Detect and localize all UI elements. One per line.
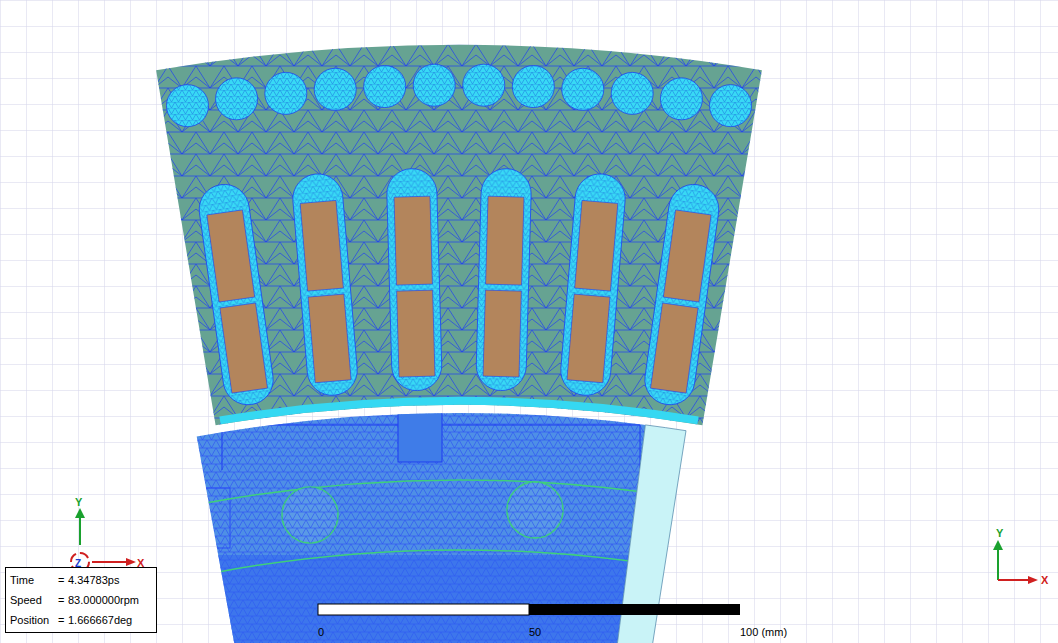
stator-slot [476,168,532,391]
stator-slot [559,172,627,397]
svg-text:Y: Y [75,496,83,508]
cooling-hole [216,78,258,120]
coil [207,210,255,302]
coil [650,303,698,393]
stator-slot [386,168,442,391]
stator-bore [220,401,698,420]
cooling-hole [314,68,356,110]
stator-slot [642,181,722,408]
info-row: Position = 1.666667deg [10,611,152,629]
cooling-hole [364,66,406,108]
cooling-hole [512,66,554,108]
cooling-hole [611,72,653,114]
coil [486,196,524,285]
svg-text:Y: Y [996,527,1004,539]
cooling-hole [710,85,752,127]
cooling-hole [660,78,702,120]
coil [397,290,435,377]
rotor-hole [282,487,338,543]
cooling-hole [166,85,208,127]
scale-tick: 50 [529,626,541,638]
cooling-hole [562,68,604,110]
axis-triad: YX [993,527,1049,586]
stator [156,45,762,425]
scale-tick: 0 [318,626,324,638]
coil [308,294,351,383]
stator-slot [291,172,359,397]
cooling-hole [463,64,505,106]
stator-slot [196,181,276,408]
magnet-boundary [209,480,637,503]
info-row: Speed = 83.000000rpm [10,591,152,609]
coil [575,200,618,291]
cooling-hole [265,72,307,114]
coil [220,303,268,393]
rotor-boundary [221,550,628,571]
scale-tick: 100 (mm) [740,626,787,638]
animation-info-box: Time = 4.34783ps Speed = 83.000000rpm Posi… [5,567,157,633]
mesh-viewport[interactable]: 050100 (mm)YZXYX Time = 4.34783psSpeed =… [0,0,1058,643]
coil [567,294,610,383]
coil [394,196,432,285]
cooling-hole [413,64,455,106]
axis-triad: YZX [71,496,145,571]
coil [663,210,711,302]
svg-text:X: X [1041,574,1049,586]
info-row: Time = 4.34783ps [10,571,152,589]
scale-bar: 0 50 100 (mm) [318,604,787,638]
coil [483,290,521,377]
mesh-view[interactable]: 050100 (mm)YZXYX [0,0,1058,643]
rotor-hole [507,482,563,538]
coil [300,200,343,291]
